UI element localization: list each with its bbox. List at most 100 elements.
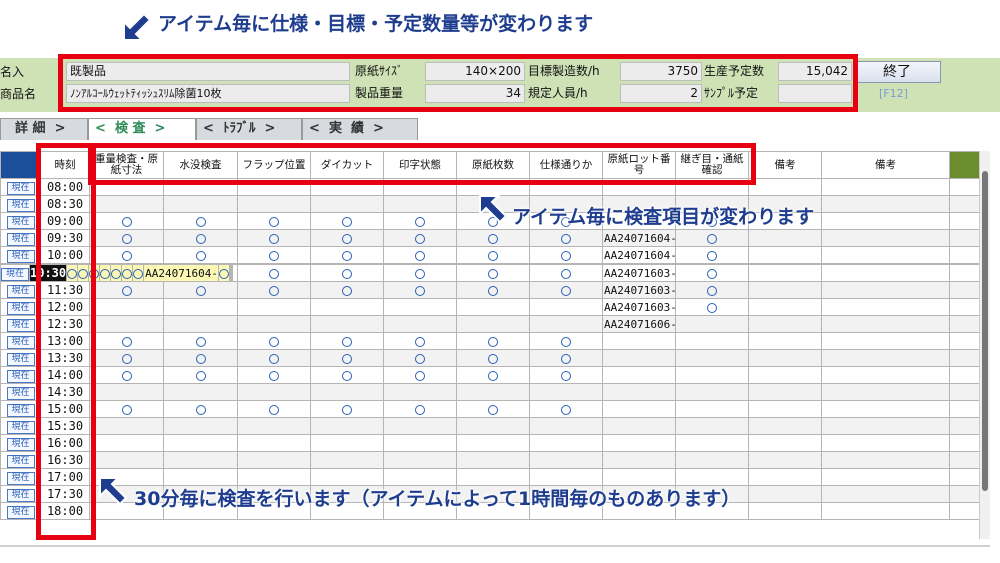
check-cell[interactable] [89,400,164,418]
check-cell[interactable] [89,281,164,299]
remarks-cell[interactable] [748,349,822,367]
table-row[interactable]: 現在 17:00 [0,468,980,486]
check-cell[interactable] [163,417,238,435]
check-cell[interactable] [237,468,311,486]
table-row[interactable]: 現在 10:00 AA24071604- [0,246,980,264]
tab-inspection[interactable]: < 検 査 > [88,118,196,140]
check-cell[interactable] [89,229,164,247]
check-cell[interactable] [237,315,311,333]
check-cell[interactable] [310,417,384,435]
check-cell[interactable] [163,349,238,367]
check-cell[interactable] [163,246,238,264]
check-cell[interactable] [529,332,603,350]
check-cell[interactable] [163,434,238,452]
table-row[interactable]: 現在 15:00 [0,400,980,418]
check-cell[interactable] [456,366,530,384]
check-cell[interactable] [237,212,311,230]
check-cell[interactable] [529,451,603,469]
remarks-cell[interactable] [821,212,950,230]
lot-number-cell[interactable] [602,417,676,435]
remarks-cell[interactable] [748,315,822,333]
end-button[interactable]: 終了 [853,61,941,83]
check-cell[interactable] [310,451,384,469]
now-button[interactable]: 現在 [6,319,35,332]
check-cell[interactable] [383,229,457,247]
check-cell[interactable] [529,400,603,418]
check-cell[interactable] [383,349,457,367]
now-button[interactable]: 現在 [6,421,35,434]
remarks-cell[interactable] [748,451,822,469]
check-cell[interactable] [529,315,603,333]
check-cell[interactable] [529,229,603,247]
now-button[interactable]: 現在 [6,302,35,315]
check-cell[interactable] [456,246,530,264]
check-cell[interactable] [456,383,530,401]
check-cell[interactable] [456,229,530,247]
check-cell[interactable] [383,451,457,469]
check-cell[interactable] [383,383,457,401]
check-cell[interactable] [163,281,238,299]
remarks-cell[interactable] [748,229,822,247]
check-cell[interactable] [456,264,530,282]
seam-check-cell[interactable] [675,281,749,299]
check-cell[interactable] [163,298,238,316]
check-cell[interactable] [237,281,311,299]
remarks-cell[interactable] [821,246,950,264]
check-cell[interactable] [383,264,457,282]
check-cell[interactable] [89,315,164,333]
table-row[interactable]: 現在 16:30 [0,451,980,469]
check-cell[interactable] [529,281,603,299]
seam-check-cell[interactable] [675,332,749,350]
now-button[interactable]: 現在 [6,285,35,298]
check-cell[interactable] [456,349,530,367]
check-cell[interactable] [529,383,603,401]
lot-number-cell[interactable] [602,332,676,350]
remarks-cell[interactable] [821,332,950,350]
remarks-cell[interactable] [821,502,950,520]
check-cell[interactable] [310,212,384,230]
check-cell[interactable] [310,315,384,333]
check-cell[interactable] [529,264,603,282]
now-button[interactable]: 現在 [6,336,35,349]
check-cell[interactable] [310,366,384,384]
table-row[interactable]: 現在 12:30 AA24071606- [0,315,980,333]
seam-check-cell[interactable] [675,400,749,418]
check-cell[interactable] [383,195,457,213]
seam-check-cell[interactable] [675,315,749,333]
check-cell[interactable] [310,246,384,264]
remarks-cell[interactable] [821,349,950,367]
now-button[interactable]: 現在 [6,455,35,468]
seam-check-cell[interactable] [675,264,749,282]
check-cell[interactable] [237,434,311,452]
check-cell[interactable] [529,366,603,384]
remarks-cell[interactable] [821,468,950,486]
remarks-cell[interactable] [821,229,950,247]
remarks-cell[interactable] [748,468,822,486]
lot-number-cell[interactable] [602,366,676,384]
check-cell[interactable] [529,434,603,452]
table-row[interactable]: 現在 12:00 AA24071603- [0,298,980,316]
lot-number-cell[interactable] [602,383,676,401]
now-button[interactable]: 現在 [6,370,35,383]
check-cell[interactable] [89,298,164,316]
check-cell[interactable] [89,332,164,350]
seam-check-cell[interactable] [675,229,749,247]
table-row[interactable]: 現在 09:30 AA24071604- [0,229,980,247]
remarks-cell[interactable] [821,298,950,316]
remarks-cell[interactable] [821,400,950,418]
check-cell[interactable] [163,366,238,384]
now-button[interactable]: 現在 [1,268,29,281]
check-cell[interactable] [383,366,457,384]
lot-number-cell[interactable] [602,349,676,367]
table-row[interactable]: 現在 11:30 AA24071603- [0,281,980,299]
check-cell[interactable] [237,383,311,401]
seam-check-cell[interactable] [675,366,749,384]
check-cell[interactable] [163,332,238,350]
remarks-cell[interactable] [748,246,822,264]
now-button[interactable]: 現在 [6,199,35,212]
check-cell[interactable] [456,434,530,452]
check-cell[interactable] [383,315,457,333]
check-cell[interactable] [89,366,164,384]
check-cell[interactable] [89,417,164,435]
lot-number-cell[interactable] [602,451,676,469]
